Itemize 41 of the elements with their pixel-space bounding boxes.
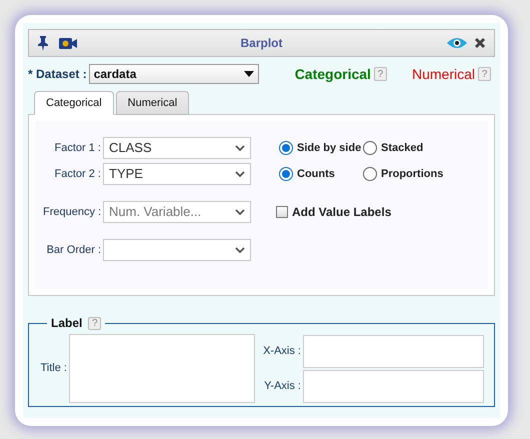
field-label: Frequency : xyxy=(43,204,102,220)
dataset-label: * Dataset : xyxy=(28,66,87,83)
radio-button[interactable] xyxy=(363,167,377,181)
chevron-down-icon xyxy=(235,246,245,254)
pin-icon[interactable] xyxy=(37,35,49,51)
select-field[interactable]: Num. Variable... xyxy=(103,201,251,223)
variable-type-label: Numerical xyxy=(412,64,475,84)
axis-field[interactable] xyxy=(303,334,484,368)
fieldset-legend: Label xyxy=(51,314,82,332)
tab[interactable]: Numerical xyxy=(116,91,190,115)
radio-label: Side by side xyxy=(297,140,362,156)
checkbox[interactable] xyxy=(276,206,288,218)
radio-button[interactable] xyxy=(363,141,377,155)
field-label: Bar Order : xyxy=(46,242,102,258)
select-field[interactable]: TYPE xyxy=(103,163,251,185)
radio-label: Stacked xyxy=(381,140,424,156)
video-camera-icon[interactable] xyxy=(59,38,77,48)
select-field[interactable] xyxy=(103,239,251,261)
field-label: Title : xyxy=(40,361,68,376)
field-label: Y-Axis : xyxy=(263,378,302,394)
checkbox-label: Add Value Labels xyxy=(292,204,392,221)
dataset-select[interactable]: cardata xyxy=(88,64,259,84)
chevron-down-icon xyxy=(235,144,245,152)
variable-type-label: Categorical xyxy=(294,64,371,84)
radio-label: Proportions xyxy=(381,166,444,182)
radio-button[interactable] xyxy=(279,141,293,155)
caret-icon xyxy=(244,71,254,77)
chevron-down-icon xyxy=(235,170,245,178)
axis-field[interactable] xyxy=(303,370,484,402)
close-icon[interactable] xyxy=(474,37,486,49)
field-label: X-Axis : xyxy=(262,344,302,359)
title-field[interactable] xyxy=(69,334,255,403)
radio-label: Counts xyxy=(297,166,335,182)
field-label: Factor 2 : xyxy=(54,166,102,182)
select-field[interactable]: CLASS xyxy=(103,137,251,159)
radio-button[interactable] xyxy=(279,167,293,181)
window-title: Barplot xyxy=(240,35,284,52)
chevron-down-icon xyxy=(235,208,245,216)
tab[interactable]: Categorical xyxy=(34,91,114,115)
field-label: Factor 1 : xyxy=(54,140,102,156)
eye-icon[interactable] xyxy=(446,37,468,49)
